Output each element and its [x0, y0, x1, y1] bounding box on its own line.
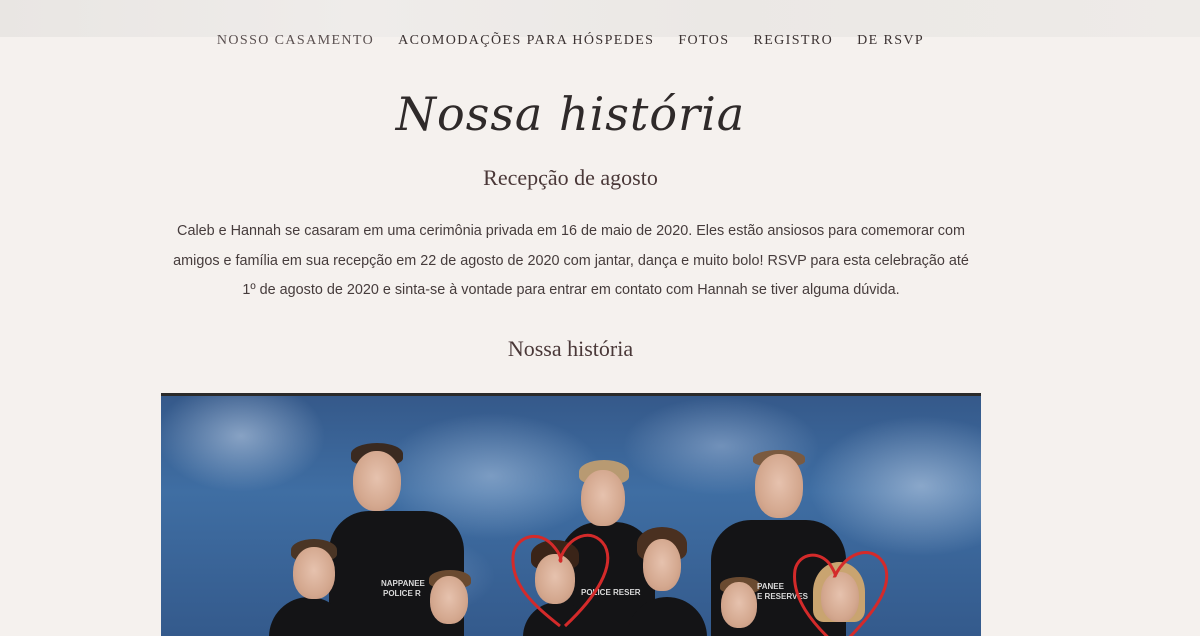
heart-left-icon: [511, 533, 610, 628]
nav-item-rsvp[interactable]: DE RSVP: [857, 30, 924, 52]
shirt-text: POLICE R: [383, 589, 421, 598]
nav-item-registro[interactable]: REGISTRO: [753, 30, 833, 52]
family-photo: NAPPANEE POLICE R POLICE RESER PANEE E R…: [161, 393, 981, 636]
section-title-historia: Nossa história: [507, 336, 634, 361]
page-title: Nossa história: [395, 87, 746, 141]
shirt-text: NAPPANEE: [381, 579, 425, 588]
nav-item-nosso-casamento[interactable]: NOSSO CASAMENTO: [217, 30, 374, 52]
shirt-text: PANEE: [757, 582, 784, 591]
nav-item-fotos[interactable]: FOTOS: [678, 30, 729, 52]
section-title-recepcao: Recepção de agosto: [483, 165, 658, 190]
nav-item-acomodacoes[interactable]: ACOMODAÇÕES PARA HÓSPEDES: [398, 30, 654, 52]
main-navigation: NOSSO CASAMENTO ACOMODAÇÕES PARA HÓSPEDE…: [0, 30, 1141, 52]
section-body-recepcao: Caleb e Hannah se casaram em uma cerimôn…: [173, 223, 969, 298]
heart-right-icon: [793, 551, 889, 636]
